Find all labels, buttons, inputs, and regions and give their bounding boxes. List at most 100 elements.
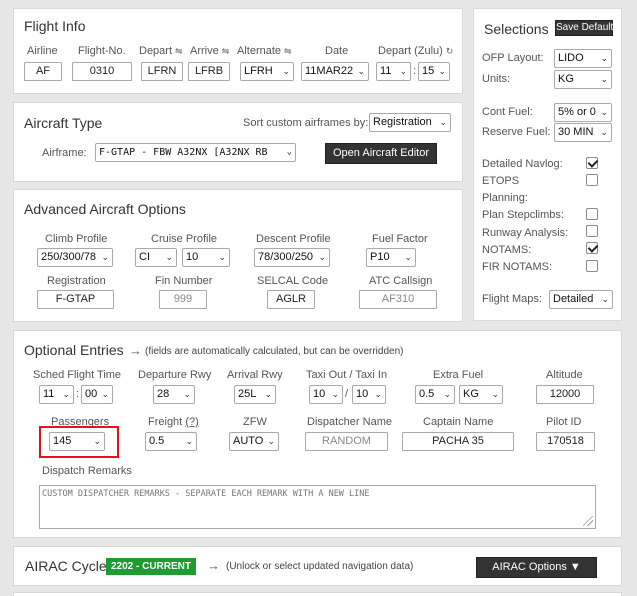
- extra-fuel-select[interactable]: 0.5 ⌄: [415, 385, 455, 404]
- registration-input[interactable]: F-GTAP: [37, 290, 114, 309]
- airline-label: Airline: [27, 45, 58, 57]
- freight-label: Freight (?): [148, 416, 199, 428]
- reserve-fuel-select[interactable]: 30 MIN ⌄: [554, 123, 612, 142]
- fin-number-input[interactable]: 999: [159, 290, 207, 309]
- cont-fuel-select[interactable]: 5% or 0 ⌄: [554, 103, 612, 122]
- units-label: Units:: [482, 73, 511, 85]
- dispatch-remarks-textarea[interactable]: CUSTOM DISPATCHER REMARKS - SEPARATE EAC…: [39, 485, 596, 529]
- extra-fuel-unit-select[interactable]: KG ⌄: [459, 385, 503, 404]
- freight-select[interactable]: 0.5 ⌄: [145, 432, 197, 451]
- detailed-navlog-label: Detailed Navlog:: [482, 158, 563, 170]
- descent-profile-select[interactable]: 78/300/250 ⌄: [254, 248, 330, 267]
- chevron-down-icon: ⌄: [331, 389, 339, 399]
- resize-grip-icon[interactable]: [583, 516, 593, 526]
- depart-minute-select[interactable]: 15 ⌄: [418, 62, 450, 81]
- depart-input[interactable]: LFRN: [141, 62, 183, 81]
- alternate-select[interactable]: LFRH ⌄: [240, 62, 294, 81]
- advanced-options-title: Advanced Aircraft Options: [24, 201, 186, 217]
- zfw-label: ZFW: [243, 416, 267, 428]
- detailed-navlog-checkbox[interactable]: [586, 157, 598, 169]
- save-default-button[interactable]: Save Default: [555, 20, 613, 36]
- passengers-select[interactable]: 145 ⌄: [49, 432, 105, 451]
- cruise-mode-select[interactable]: CI ⌄: [135, 248, 177, 267]
- units-select[interactable]: KG ⌄: [554, 70, 612, 89]
- sched-minutes-select[interactable]: 00 ⌄: [81, 385, 113, 404]
- airline-input[interactable]: AF: [24, 62, 62, 81]
- optional-entries-title: Optional Entries: [24, 342, 124, 358]
- chevron-down-icon: ⌄: [183, 389, 191, 399]
- taxi-out-select[interactable]: 10 ⌄: [309, 385, 343, 404]
- taxi-in-select[interactable]: 10 ⌄: [352, 385, 386, 404]
- climb-profile-select[interactable]: 250/300/78 ⌄: [37, 248, 113, 267]
- dispatch-remarks-label: Dispatch Remarks: [42, 465, 132, 477]
- chevron-down-icon: ⌄: [399, 66, 407, 76]
- plan-stepclimbs-checkbox[interactable]: [586, 208, 598, 220]
- taxi-separator: /: [345, 388, 349, 400]
- etops-checkbox[interactable]: [586, 174, 598, 186]
- pilot-id-input[interactable]: 170518: [536, 432, 595, 451]
- swap-icon[interactable]: ⇋: [175, 46, 183, 57]
- chevron-down-icon: ⌄: [374, 389, 382, 399]
- dispatcher-name-label: Dispatcher Name: [307, 416, 392, 428]
- runway-analysis-checkbox[interactable]: [586, 225, 598, 237]
- flight-no-label: Flight-No.: [78, 45, 126, 57]
- airframe-label: Airframe:: [42, 147, 87, 159]
- airframe-select[interactable]: F-GTAP - FBW A32NX [A32NX RB ⌄: [95, 143, 296, 162]
- arrow-right-icon: →: [207, 558, 220, 573]
- fuel-factor-select[interactable]: P10 ⌄: [366, 248, 416, 267]
- notams-label: NOTAMS:: [482, 244, 532, 256]
- cont-fuel-label: Cont Fuel:: [482, 106, 533, 118]
- selcal-input[interactable]: AGLR: [267, 290, 315, 309]
- fir-notams-label: FIR NOTAMS:: [482, 261, 553, 273]
- ofp-layout-select[interactable]: LIDO ⌄: [554, 49, 612, 68]
- flight-maps-select[interactable]: Detailed ⌄: [549, 290, 613, 309]
- sort-airframes-select[interactable]: Registration ⌄: [369, 113, 451, 132]
- registration-label: Registration: [47, 275, 106, 287]
- dispatch-remarks-placeholder: CUSTOM DISPATCHER REMARKS - SEPARATE EAC…: [42, 489, 370, 499]
- atc-callsign-label: ATC Callsign: [369, 275, 433, 287]
- chevron-down-icon: ⌄: [185, 436, 193, 446]
- departure-rwy-select[interactable]: 28 ⌄: [153, 385, 195, 404]
- notams-checkbox[interactable]: [586, 242, 598, 254]
- altitude-input[interactable]: 12000: [536, 385, 594, 404]
- arrival-rwy-select[interactable]: 25L ⌄: [234, 385, 276, 404]
- selcal-label: SELCAL Code: [257, 275, 329, 287]
- flight-info-title: Flight Info: [24, 18, 86, 34]
- chevron-down-icon: ⌄: [438, 66, 446, 76]
- selections-title: Selections: [484, 21, 549, 37]
- arrival-rwy-label: Arrival Rwy: [227, 369, 283, 381]
- alternate-label: Alternate ⇋: [237, 45, 292, 57]
- airac-title: AIRAC Cycle: [25, 558, 107, 574]
- arrow-right-icon: →: [129, 343, 142, 358]
- freight-help-link[interactable]: (?): [185, 416, 198, 428]
- refresh-icon[interactable]: ↻: [446, 46, 454, 57]
- open-aircraft-editor-button[interactable]: Open Aircraft Editor: [325, 143, 437, 164]
- sched-flight-time-label: Sched Flight Time: [33, 369, 122, 381]
- flight-no-input[interactable]: 0310: [72, 62, 132, 81]
- cruise-value-select[interactable]: 10 ⌄: [182, 248, 230, 267]
- taxi-label: Taxi Out / Taxi In: [306, 369, 388, 381]
- dispatcher-name-input[interactable]: RANDOM: [305, 432, 388, 451]
- advanced-options-panel: Advanced Aircraft Options Climb Profile …: [13, 189, 463, 322]
- ofp-layout-label: OFP Layout:: [482, 52, 544, 64]
- captain-name-input[interactable]: PACHA 35: [402, 432, 514, 451]
- flight-info-panel: Flight Info Airline Flight-No. Depart ⇋ A…: [13, 8, 463, 94]
- date-select[interactable]: 11MAR22 ⌄: [301, 62, 369, 81]
- airac-current-badge: 2202 - CURRENT: [106, 558, 196, 575]
- swap-icon[interactable]: ⇋: [222, 46, 230, 57]
- zfw-select[interactable]: AUTO ⌄: [229, 432, 279, 451]
- time-separator: :: [413, 65, 417, 77]
- chevron-down-icon: ⌄: [62, 389, 70, 399]
- fir-notams-checkbox[interactable]: [586, 260, 598, 272]
- arrive-input[interactable]: LFRB: [188, 62, 230, 81]
- sort-airframes-label: Sort custom airframes by:: [243, 117, 369, 129]
- swap-icon[interactable]: ⇋: [284, 46, 292, 57]
- optional-entries-note: (fields are automatically calculated, bu…: [145, 346, 404, 357]
- sched-hours-select[interactable]: 11 ⌄: [39, 385, 74, 404]
- cruise-profile-label: Cruise Profile: [151, 233, 218, 245]
- depart-hour-select[interactable]: 11 ⌄: [376, 62, 411, 81]
- depart-zulu-label: Depart (Zulu) ↻: [378, 45, 454, 57]
- airac-options-button[interactable]: AIRAC Options ▼: [476, 557, 597, 578]
- chevron-down-icon: ⌄: [101, 389, 109, 399]
- atc-callsign-input[interactable]: AF310: [359, 290, 437, 309]
